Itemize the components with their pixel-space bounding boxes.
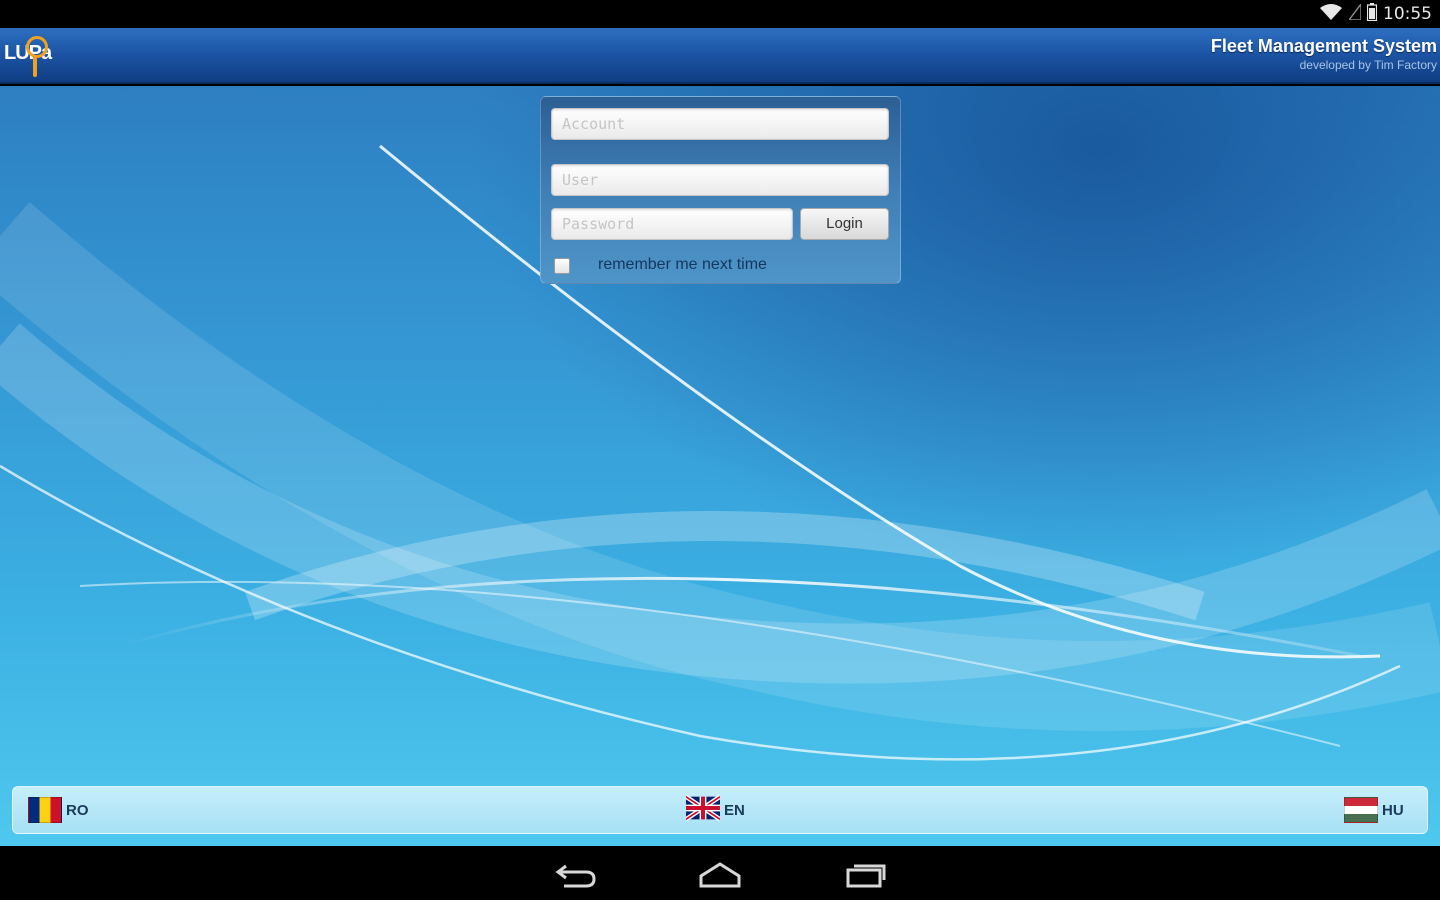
language-ro[interactable]: RO [28,796,89,824]
uk-flag-icon [684,794,722,826]
key-icon [26,36,48,58]
language-code: HU [1382,801,1404,819]
password-field[interactable] [551,208,793,240]
password-input[interactable] [562,209,792,239]
language-code: EN [724,801,745,819]
back-icon[interactable] [552,858,600,897]
app-title: Fleet Management System [1210,36,1437,56]
user-field[interactable] [551,164,889,196]
language-en[interactable]: EN [684,794,745,826]
wifi-icon [1319,3,1343,26]
key-stem [33,57,37,77]
battery-icon [1366,2,1378,26]
account-field[interactable] [551,108,889,140]
app-header: LUPa Fleet Management System developed b… [0,28,1440,84]
home-icon[interactable] [696,858,744,897]
remember-me-label[interactable]: remember me next time [598,256,767,274]
language-code: RO [66,801,89,819]
remember-me-checkbox[interactable] [554,258,570,274]
app-subtitle: developed by Tim Factory [1299,58,1437,72]
romania-flag-icon [28,797,62,823]
app-logo: LUPa [4,32,64,80]
hungary-flag-icon [1344,797,1378,823]
status-bar: 10:55 [0,0,1440,28]
login-button[interactable]: Login [800,208,889,240]
header-text: Fleet Management System developed by Tim… [1211,36,1437,72]
account-input[interactable] [562,109,888,139]
user-input[interactable] [562,165,888,195]
recent-apps-icon[interactable] [842,858,890,897]
language-hu[interactable]: HU [1344,796,1404,824]
clock: 10:55 [1383,4,1432,24]
signal-icon [1347,1,1362,25]
